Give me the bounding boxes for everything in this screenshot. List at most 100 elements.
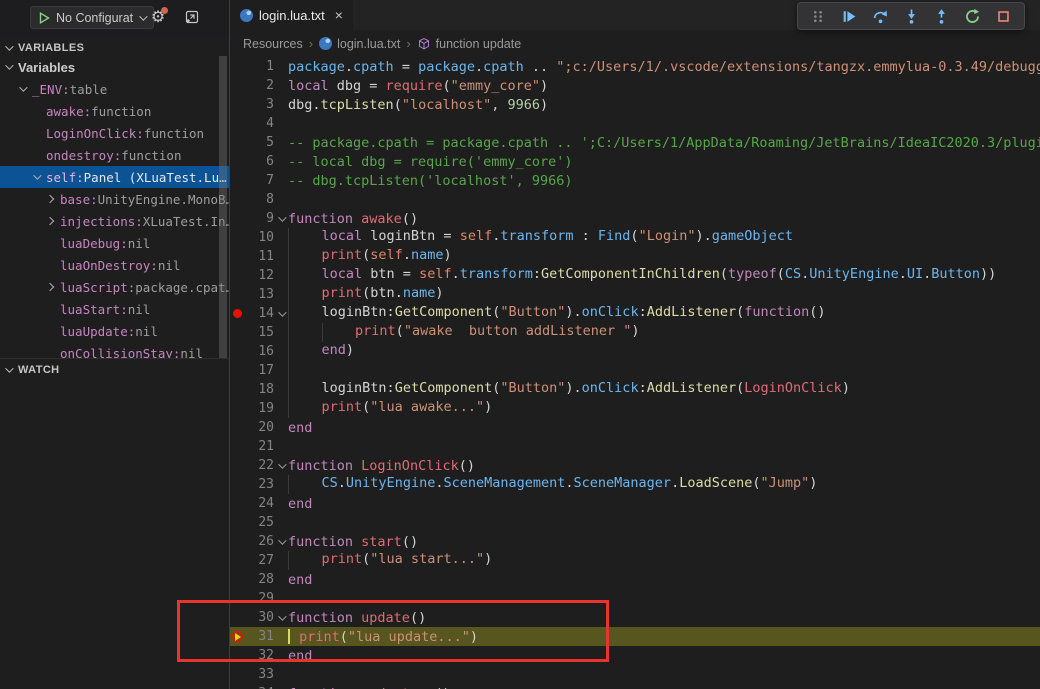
variable-row-luastart[interactable]: luaStart: nil [0,298,229,320]
breakpoint-gutter[interactable] [230,399,246,418]
breakpoint-gutter[interactable] [230,114,246,133]
fold-chevron-icon[interactable] [274,532,288,551]
chevron-right-icon[interactable] [45,194,55,204]
code-line-29[interactable]: 29 [230,589,1040,608]
breakpoint-gutter[interactable] [230,57,246,76]
debug-config-dropdown[interactable]: No Configurat [30,6,155,29]
code-line-19[interactable]: 19 print("lua awake...") [230,399,1040,418]
code-line-27[interactable]: 27 print("lua start...") [230,551,1040,570]
breakpoint-gutter[interactable] [230,209,246,228]
variable-row-_env[interactable]: _ENV: table [0,78,229,100]
breakpoint-gutter[interactable] [230,684,246,689]
code-line-2[interactable]: 2 local dbg = require("emmy_core") [230,76,1040,95]
chevron-down-icon[interactable] [5,61,14,70]
tab-login-lua-txt[interactable]: login.lua.txt × [230,0,353,30]
code-line-3[interactable]: 3 dbg.tcpListen("localhost", 9966) [230,95,1040,114]
breakpoint-gutter[interactable] [230,285,246,304]
code-editor[interactable]: 1 package.cpath = package.cpath .. ";c:/U… [230,57,1040,689]
code-line-7[interactable]: 7 -- dbg.tcpListen('localhost', 9966) [230,171,1040,190]
breakpoint-gutter[interactable] [230,190,246,209]
variable-row-awake[interactable]: awake: function [0,100,229,122]
code-line-9[interactable]: 9 function awake() [230,209,1040,228]
code-line-26[interactable]: 26 function start() [230,532,1040,551]
code-line-10[interactable]: 10 local loginBtn = self.transform : Fin… [230,228,1040,247]
variable-row-self[interactable]: self: Panel (XLuaTest.Lu… [0,166,229,188]
code-line-16[interactable]: 16 end) [230,342,1040,361]
stop-button[interactable] [993,6,1013,26]
chevron-right-icon[interactable] [45,282,55,292]
breakpoint-gutter[interactable] [230,437,246,456]
code-line-23[interactable]: 23 CS.UnityEngine.SceneManagement.SceneM… [230,475,1040,494]
code-line-12[interactable]: 12 local btn = self.transform:GetCompone… [230,266,1040,285]
code-line-25[interactable]: 25 [230,513,1040,532]
step-over-button[interactable] [870,6,890,26]
variable-row-oncollisionstay[interactable]: onCollisionStay: nil [0,342,229,359]
code-line-4[interactable]: 4 [230,114,1040,133]
variable-row-loginonclick[interactable]: LoginOnClick: function [0,122,229,144]
open-debug-console-icon[interactable] [182,7,202,27]
fold-chevron-icon[interactable] [274,304,288,323]
sidebar-scrollbar[interactable] [219,56,227,358]
code-line-30[interactable]: 30 function update() [230,608,1040,627]
step-out-button[interactable] [932,6,952,26]
breakpoint-gutter[interactable] [230,380,246,399]
breakpoint-icon[interactable] [230,304,246,323]
code-line-13[interactable]: 13 print(btn.name) [230,285,1040,304]
breakpoint-gutter[interactable] [230,152,246,171]
code-line-1[interactable]: 1 package.cpath = package.cpath .. ";c:/U… [230,57,1040,76]
watch-section-header[interactable]: WATCH [0,358,229,380]
breakpoint-gutter[interactable] [230,551,246,570]
code-line-24[interactable]: 24 end [230,494,1040,513]
code-line-17[interactable]: 17 [230,361,1040,380]
code-line-5[interactable]: 5 -- package.cpath = package.cpath .. ';C… [230,133,1040,152]
variable-row-ondestroy[interactable]: ondestroy: function [0,144,229,166]
code-line-31[interactable]: 31 print("lua update...") [230,627,1040,646]
code-line-32[interactable]: 32 end [230,646,1040,665]
fold-chevron-icon[interactable] [274,608,288,627]
breakpoint-gutter[interactable] [230,323,246,342]
settings-gear-icon[interactable]: ⚙ [148,7,168,27]
code-line-18[interactable]: 18 loginBtn:GetComponent("Button").onCli… [230,380,1040,399]
breakpoint-gutter[interactable] [230,133,246,152]
breakpoint-gutter[interactable] [230,646,246,665]
fold-chevron-icon[interactable] [274,209,288,228]
breakpoint-gutter[interactable] [230,95,246,114]
tab-close-icon[interactable]: × [335,8,343,22]
code-line-8[interactable]: 8 [230,190,1040,209]
breakpoint-gutter[interactable] [230,342,246,361]
chevron-down-icon[interactable] [19,83,28,92]
variable-row-luaondestroy[interactable]: luaOnDestroy: nil [0,254,229,276]
code-line-11[interactable]: 11 print(self.name) [230,247,1040,266]
breakpoint-gutter[interactable] [230,266,246,285]
code-line-20[interactable]: 20 end [230,418,1040,437]
code-line-15[interactable]: 15 print("awake button addListener ") [230,323,1040,342]
breadcrumb-file[interactable]: login.lua.txt [319,37,400,51]
code-line-21[interactable]: 21 [230,437,1040,456]
variable-row-base[interactable]: base: UnityEngine.MonoB… [0,188,229,210]
breakpoint-gutter[interactable] [230,418,246,437]
variable-row-luascript[interactable]: luaScript: package.cpat… [0,276,229,298]
breakpoint-gutter[interactable] [230,76,246,95]
variable-row-injections[interactable]: injections: XLuaTest.In… [0,210,229,232]
drag-handle[interactable] [809,6,829,26]
variable-row-luadebug[interactable]: luaDebug: nil [0,232,229,254]
chevron-right-icon[interactable] [45,216,55,226]
breakpoint-gutter[interactable] [230,361,246,380]
sidebar-resize-handle[interactable] [229,0,230,689]
breakpoint-gutter[interactable] [230,228,246,247]
breakpoint-gutter[interactable] [230,532,246,551]
debug-start-icon[interactable] [39,11,50,24]
breakpoint-gutter[interactable] [230,456,246,475]
continue-button[interactable] [840,6,860,26]
breakpoint-gutter[interactable] [230,247,246,266]
breakpoint-gutter[interactable] [230,475,246,494]
breakpoint-gutter[interactable] [230,171,246,190]
code-line-33[interactable]: 33 [230,665,1040,684]
breakpoint-gutter[interactable] [230,570,246,589]
step-into-button[interactable] [901,6,921,26]
code-line-28[interactable]: 28 end [230,570,1040,589]
variable-row-luaupdate[interactable]: luaUpdate: nil [0,320,229,342]
code-line-6[interactable]: 6 -- local dbg = require('emmy_core') [230,152,1040,171]
breadcrumb-folder[interactable]: Resources [243,37,303,51]
restart-button[interactable] [963,6,983,26]
